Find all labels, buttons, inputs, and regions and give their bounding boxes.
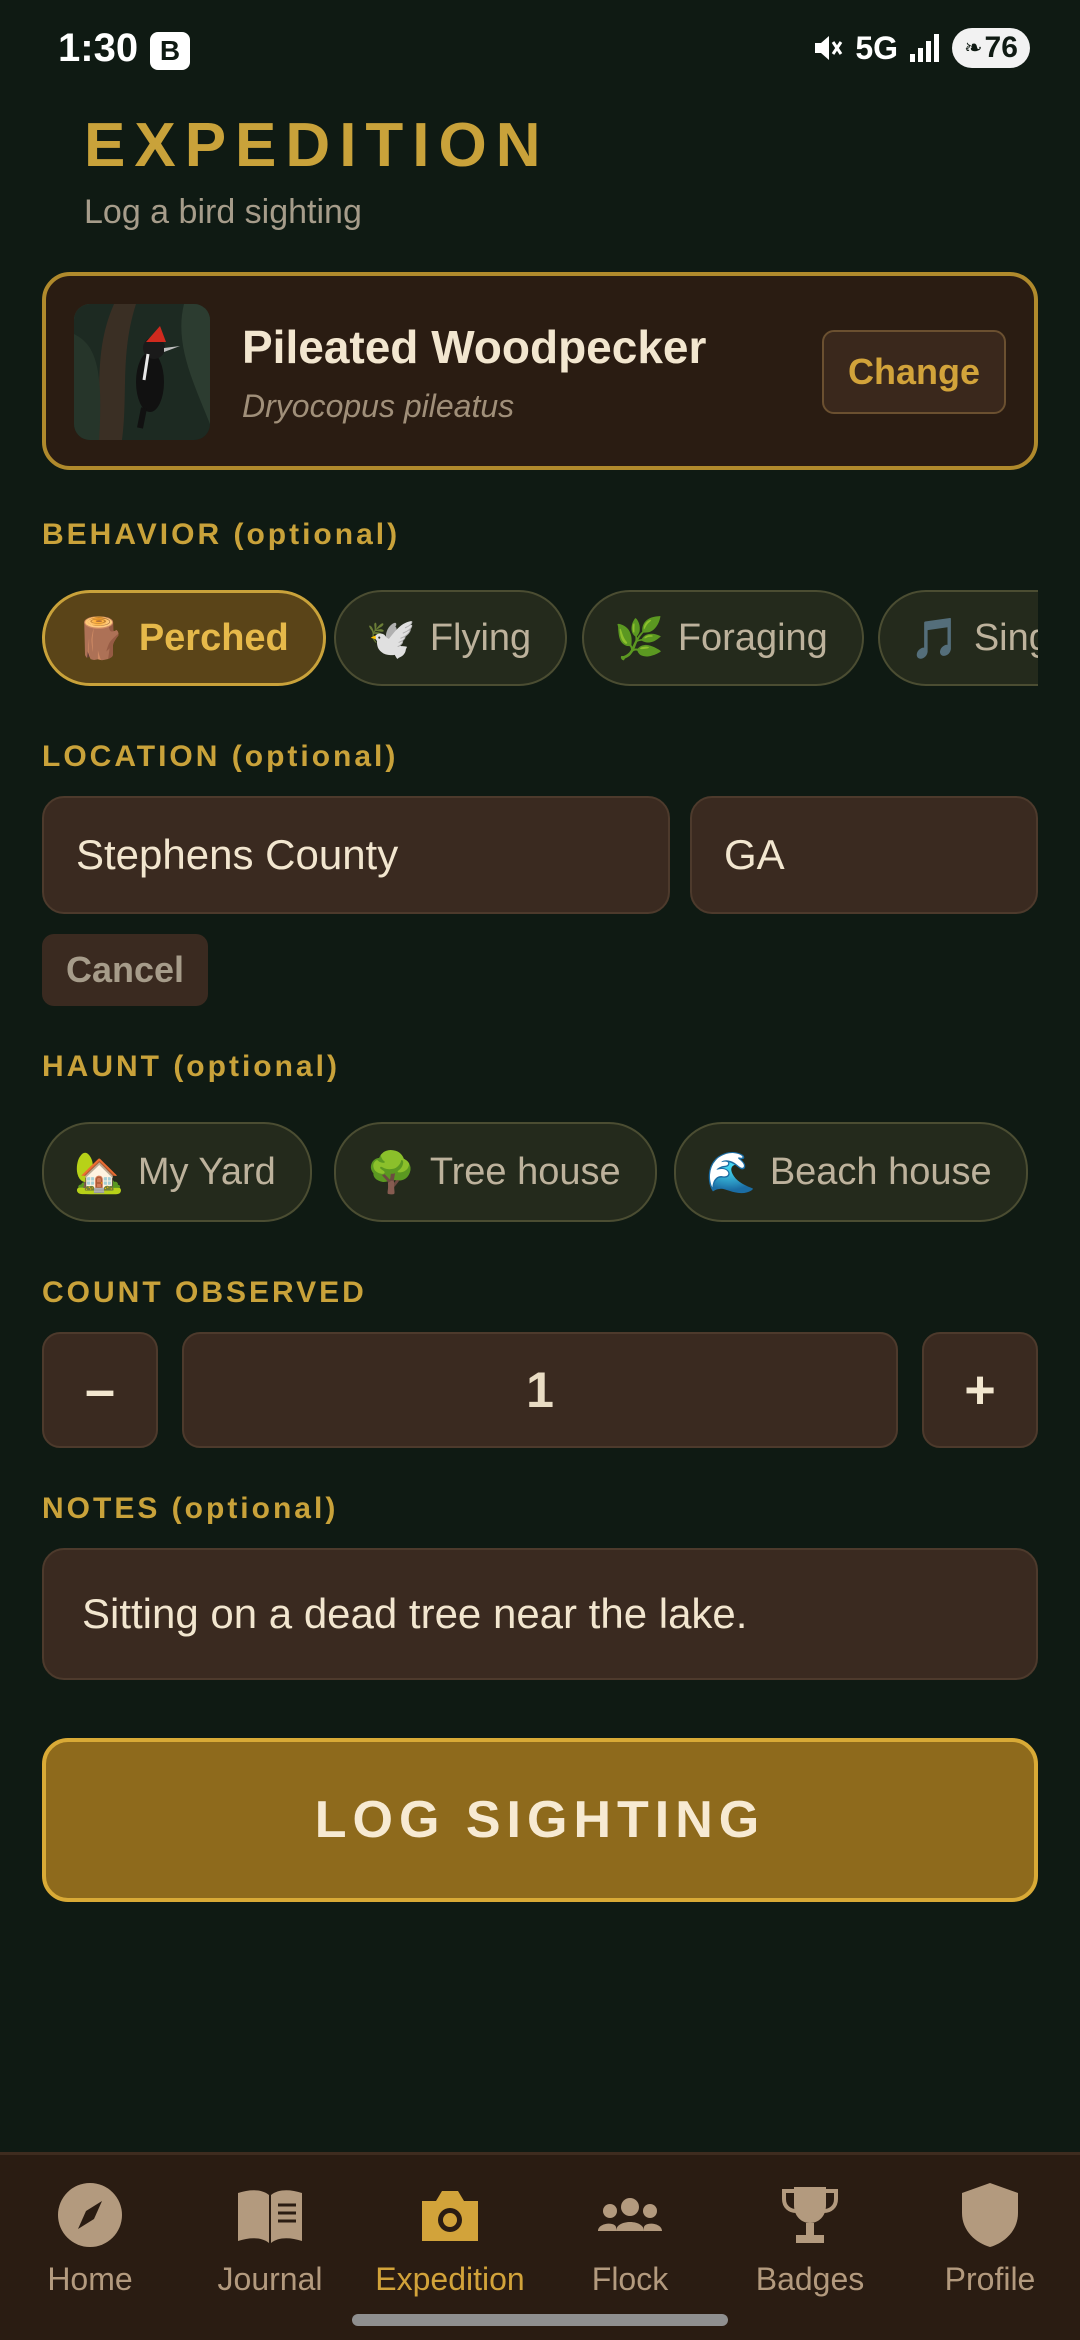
bottom-nav: Home Journal Expedition Flock Badges Pro… xyxy=(0,2152,1080,2340)
shield-icon xyxy=(962,2183,1018,2247)
chip-label: Flying xyxy=(429,616,532,659)
signal-icon xyxy=(910,34,939,62)
camera-icon xyxy=(422,2191,478,2241)
nav-label: Flock xyxy=(591,2261,669,2297)
species-latin-name: Dryocopus pileatus xyxy=(242,388,515,424)
nav-profile[interactable]: Profile xyxy=(900,2169,1080,2309)
nav-journal[interactable]: Journal xyxy=(180,2169,360,2309)
chip-label: My Yard xyxy=(137,1150,276,1193)
chip-label: Foraging xyxy=(677,616,828,659)
nav-label: Journal xyxy=(217,2261,323,2297)
cancel-location-button[interactable]: Cancel xyxy=(42,934,208,1006)
battery-icon: ❧ 76 xyxy=(952,28,1030,68)
woodpecker-image xyxy=(74,304,210,440)
haunt-chip-tree-house[interactable]: 🌳 Tree house xyxy=(334,1122,657,1222)
compass-icon xyxy=(58,2183,122,2247)
decrement-button[interactable]: – xyxy=(42,1332,158,1448)
dove-icon: 🕊️ xyxy=(366,616,416,661)
status-icons: 5G ❧ 76 xyxy=(809,28,1030,68)
haunt-chip-beach-house[interactable]: 🌊 Beach house xyxy=(674,1122,1028,1222)
network-label: 5G xyxy=(855,29,898,66)
chip-label: Tree house xyxy=(429,1150,621,1193)
wave-icon: 🌊 xyxy=(706,1150,756,1195)
leaf-icon: ❧ xyxy=(964,35,983,60)
nav-label: Profile xyxy=(944,2261,1036,2297)
haunt-label: HAUNT (optional) xyxy=(42,1050,340,1083)
increment-button[interactable]: + xyxy=(922,1332,1038,1448)
haunt-chip-my-yard[interactable]: 🏡 My Yard xyxy=(42,1122,312,1222)
behavior-chip-foraging[interactable]: 🌿 Foraging xyxy=(582,590,864,686)
nav-badges[interactable]: Badges xyxy=(720,2169,900,2309)
behavior-label: BEHAVIOR (optional) xyxy=(42,518,401,551)
notes-input[interactable]: Sitting on a dead tree near the lake. xyxy=(42,1548,1038,1680)
notes-label: NOTES (optional) xyxy=(42,1492,339,1525)
log-icon: 🪵 xyxy=(75,616,125,661)
species-card: Pileated Woodpecker Dryocopus pileatus C… xyxy=(42,272,1038,470)
house-icon: 🏡 xyxy=(74,1150,124,1195)
trophy-icon xyxy=(782,2187,838,2243)
page-title: EXPEDITION xyxy=(84,111,550,180)
chip-label: Perched xyxy=(138,616,289,659)
home-indicator[interactable] xyxy=(352,2314,728,2326)
behavior-chip-perched[interactable]: 🪵 Perched xyxy=(42,590,326,686)
status-time: 1:30 xyxy=(58,26,139,70)
header: EXPEDITION Log a bird sighting xyxy=(84,110,550,232)
state-input[interactable]: GA xyxy=(690,796,1038,914)
species-photo xyxy=(74,304,210,440)
log-sighting-button[interactable]: LOG SIGHTING xyxy=(42,1738,1038,1902)
count-value[interactable]: 1 xyxy=(182,1332,898,1448)
nav-expedition[interactable]: Expedition xyxy=(360,2169,540,2309)
behavior-chip-flying[interactable]: 🕊️ Flying xyxy=(334,590,568,686)
music-note-icon: 🎵 xyxy=(910,616,960,661)
people-icon xyxy=(598,2198,662,2231)
chip-label: Beach house xyxy=(769,1150,992,1193)
battery-level: 76 xyxy=(984,31,1018,64)
book-icon xyxy=(238,2190,302,2243)
status-b-badge: B xyxy=(150,32,190,70)
tree-icon: 🌳 xyxy=(366,1150,416,1195)
nav-home[interactable]: Home xyxy=(0,2169,180,2309)
nav-flock[interactable]: Flock xyxy=(540,2169,720,2309)
behavior-chip-row[interactable]: 🪵 Perched 🕊️ Flying 🌿 Foraging 🎵 Singing xyxy=(42,590,1038,690)
change-species-button[interactable]: Change xyxy=(822,330,1006,414)
haunt-chip-row: 🏡 My Yard 🌳 Tree house 🌊 Beach house xyxy=(42,1122,1038,1222)
county-input[interactable]: Stephens County xyxy=(42,796,670,914)
expedition-screen: 1:30 B 5G ❧ 76 EXPEDITION Log a bird sig… xyxy=(0,0,1080,2340)
status-bar: 1:30 B 5G ❧ 76 xyxy=(0,0,1080,100)
chip-label: Singing xyxy=(973,616,1038,659)
nav-label: Expedition xyxy=(375,2261,525,2297)
page-subtitle: Log a bird sighting xyxy=(84,193,362,231)
behavior-chip-singing[interactable]: 🎵 Singing xyxy=(878,590,1038,686)
nav-label: Badges xyxy=(755,2261,865,2297)
herb-icon: 🌿 xyxy=(614,616,664,661)
mute-icon xyxy=(815,36,843,60)
nav-label: Home xyxy=(47,2261,133,2297)
count-label: COUNT OBSERVED xyxy=(42,1276,367,1309)
location-label: LOCATION (optional) xyxy=(42,740,399,773)
species-name: Pileated Woodpecker xyxy=(242,321,707,373)
